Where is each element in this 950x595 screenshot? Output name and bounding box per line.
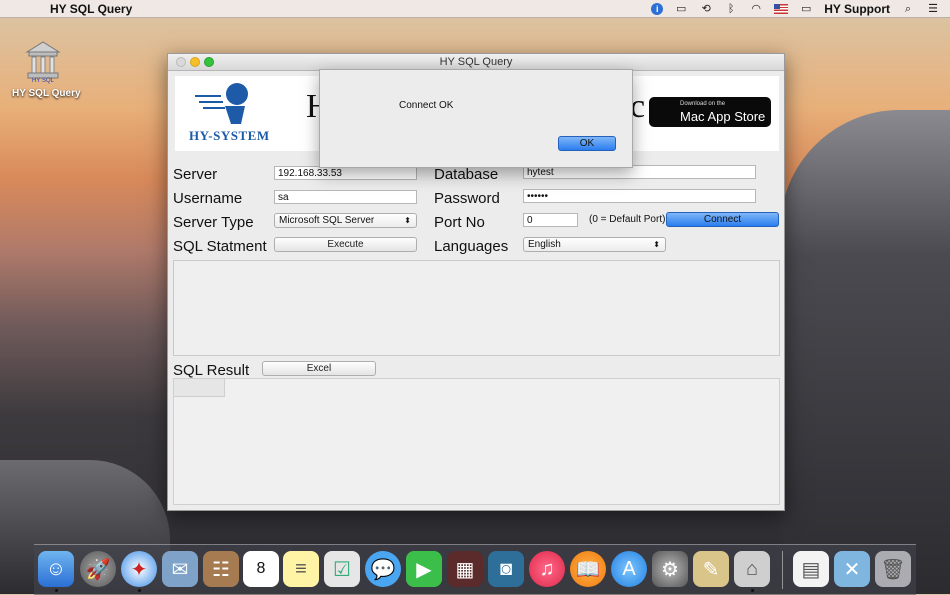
menu-extras: i ▭ ⟲ ᛒ ◠ ▭ HY Support ⌕ ☰ bbox=[651, 0, 940, 17]
launchpad-icon[interactable]: 🚀 bbox=[80, 551, 116, 587]
server-type-value: Microsoft SQL Server bbox=[279, 215, 375, 226]
document-icon[interactable]: ▤ bbox=[793, 551, 829, 587]
desktop-icon-label: HY SQL Query bbox=[12, 88, 81, 99]
building-icon: HY SQL bbox=[23, 40, 63, 84]
iphoto-icon[interactable]: ◙ bbox=[488, 551, 524, 587]
search-icon[interactable]: ⌕ bbox=[901, 3, 915, 15]
port-label: Port No bbox=[434, 214, 485, 231]
dialog-message: Connect OK bbox=[399, 100, 454, 111]
menu-user-name[interactable]: HY Support bbox=[824, 2, 890, 16]
languages-label: Languages bbox=[434, 238, 509, 255]
connect-ok-dialog: Connect OK OK bbox=[319, 69, 633, 168]
zoom-button[interactable] bbox=[204, 57, 214, 67]
developer-tool-icon[interactable]: ✎ bbox=[693, 551, 729, 587]
close-button[interactable] bbox=[176, 57, 186, 67]
updown-chevron-icon: ⬍ bbox=[404, 216, 411, 225]
dock-separator bbox=[782, 551, 783, 589]
default-port-hint: (0 = Default Port) bbox=[589, 214, 666, 225]
wifi-icon[interactable]: ◠ bbox=[749, 3, 763, 15]
list-icon[interactable]: ☰ bbox=[926, 3, 940, 15]
server-type-select[interactable]: Microsoft SQL Server ⬍ bbox=[274, 213, 417, 228]
finder-icon[interactable]: ☺ bbox=[38, 551, 74, 587]
excel-button[interactable]: Excel bbox=[262, 361, 376, 376]
password-label: Password bbox=[434, 190, 500, 207]
system-preferences-icon[interactable]: ⚙ bbox=[652, 551, 688, 587]
facetime-icon[interactable]: ▶ bbox=[406, 551, 442, 587]
app-store-badge[interactable]: Download on the Mac App Store bbox=[649, 97, 771, 127]
server-type-label: Server Type bbox=[173, 214, 254, 231]
result-header-cell[interactable] bbox=[174, 379, 225, 397]
hy-sql-query-dock-icon[interactable]: ⌂ bbox=[734, 551, 770, 587]
notes-icon[interactable]: ≡ bbox=[283, 551, 319, 587]
store-badge-small-text: Download on the bbox=[680, 101, 726, 107]
language-value: English bbox=[528, 239, 561, 250]
server-field[interactable]: 192.168.33.53 bbox=[274, 166, 417, 180]
calendar-icon[interactable]: 8 bbox=[243, 551, 279, 587]
itunes-icon[interactable]: ♫ bbox=[529, 551, 565, 587]
dock: ☺ 🚀 ✦ ✉ ☷ 8 ≡ ☑ 💬 ▶ ▦ ◙ ♫ 📖 A ⚙ ✎ ⌂ ▤ ✕ … bbox=[34, 544, 916, 595]
execute-button[interactable]: Execute bbox=[274, 237, 417, 252]
username-label: Username bbox=[173, 190, 243, 207]
running-indicator bbox=[138, 589, 141, 592]
updown-chevron-icon: ⬍ bbox=[653, 240, 660, 249]
running-indicator bbox=[55, 589, 58, 592]
svg-text:HY SQL: HY SQL bbox=[32, 78, 55, 84]
username-field[interactable]: sa bbox=[274, 190, 417, 204]
time-machine-icon[interactable]: ⟲ bbox=[699, 3, 713, 15]
contacts-icon[interactable]: ☷ bbox=[203, 551, 239, 587]
messages-icon[interactable]: 💬 bbox=[365, 551, 401, 587]
connect-button[interactable]: Connect bbox=[666, 212, 779, 227]
info-icon[interactable]: i bbox=[651, 2, 664, 15]
menu-bar: HY SQL Query i ▭ ⟲ ᛒ ◠ ▭ HY Support ⌕ ☰ bbox=[0, 0, 950, 18]
airplay-icon[interactable]: ▭ bbox=[674, 3, 688, 15]
downloads-stack-icon[interactable]: ✕ bbox=[834, 551, 870, 587]
language-select[interactable]: English ⬍ bbox=[523, 237, 666, 252]
logo-text: HY-SYSTEM bbox=[189, 128, 270, 143]
hy-system-logo: HY-SYSTEM bbox=[187, 80, 271, 146]
ok-button[interactable]: OK bbox=[558, 136, 616, 151]
mail-icon[interactable]: ✉ bbox=[162, 551, 198, 587]
minimize-button[interactable] bbox=[190, 57, 200, 67]
server-label: Server bbox=[173, 166, 218, 183]
sql-statement-input[interactable] bbox=[173, 260, 780, 356]
running-indicator bbox=[751, 589, 754, 592]
sql-result-label: SQL Result bbox=[173, 362, 250, 379]
battery-icon[interactable]: ▭ bbox=[799, 3, 813, 15]
sql-statement-label: SQL Statment bbox=[173, 238, 267, 255]
desktop-mountain-right bbox=[780, 110, 950, 594]
app-store-icon[interactable]: A bbox=[611, 551, 647, 587]
reminders-icon[interactable]: ☑ bbox=[324, 551, 360, 587]
trash-icon[interactable]: 🗑 bbox=[875, 551, 911, 587]
store-badge-large-text: Mac App Store bbox=[680, 109, 766, 124]
bluetooth-icon[interactable]: ᛒ bbox=[724, 3, 738, 15]
menu-app-name[interactable]: HY SQL Query bbox=[50, 2, 132, 16]
flag-icon[interactable] bbox=[774, 3, 789, 14]
port-field[interactable]: 0 bbox=[523, 213, 578, 227]
desktop-app-icon[interactable]: HY SQL HY SQL Query bbox=[12, 40, 81, 99]
window-title: HY SQL Query bbox=[439, 56, 513, 68]
photo-booth-icon[interactable]: ▦ bbox=[447, 551, 483, 587]
sql-result-grid[interactable] bbox=[173, 378, 780, 505]
ibooks-icon[interactable]: 📖 bbox=[570, 551, 606, 587]
database-label: Database bbox=[434, 166, 499, 183]
safari-icon[interactable]: ✦ bbox=[121, 551, 157, 587]
password-field[interactable]: •••••• bbox=[523, 189, 756, 203]
